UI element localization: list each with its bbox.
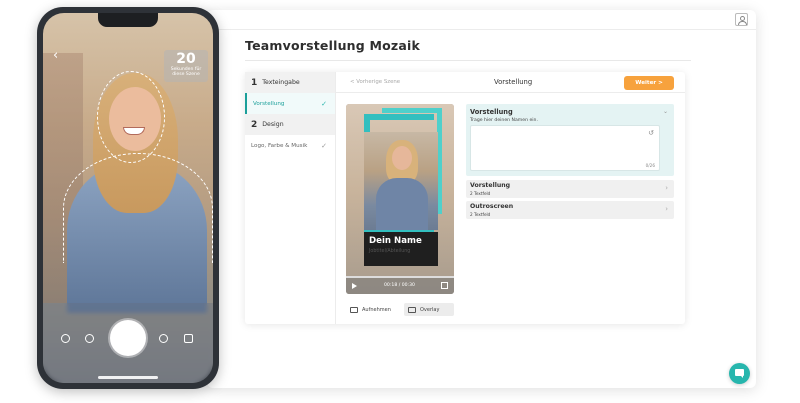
chevron-down-icon[interactable]: ⌄ xyxy=(663,108,668,115)
camera-controls xyxy=(43,303,213,383)
video-preview[interactable]: Dein Name Jobtitel/Abteilung 00:18 / 00:… xyxy=(346,104,454,294)
accordion-title: Vorstellung xyxy=(470,108,513,116)
body-guide-outline xyxy=(63,153,213,263)
step-design[interactable]: 2 Design xyxy=(245,114,335,135)
accordion-instruction: Trage hier deinen Namen ein. xyxy=(470,118,538,123)
steps-sidebar: 1 Texteingabe Vorstellung ✓ 2 Design Log… xyxy=(245,72,336,324)
scene-duration-counter: 20 Sekunden für diese Szene xyxy=(164,50,208,82)
step-number: 1 xyxy=(251,77,258,88)
accordion-vorstellung-open[interactable]: Vorstellung ⌄ Trage hier deinen Namen ei… xyxy=(466,104,674,176)
record-button[interactable]: Aufnehmen xyxy=(346,304,398,316)
step-label: Texteingabe xyxy=(262,79,300,86)
overlay-icon xyxy=(408,306,416,313)
fullscreen-icon[interactable] xyxy=(441,282,448,289)
phone-notch xyxy=(98,13,158,27)
user-icon[interactable] xyxy=(735,13,748,26)
accordion-title: Outroscreen xyxy=(470,203,514,210)
sidebar-item-label: Logo, Farbe & Musik xyxy=(251,142,308,149)
accordion-title: Vorstellung xyxy=(470,182,511,189)
overlay-button[interactable]: Overlay xyxy=(404,303,454,316)
camera-icon xyxy=(350,307,358,313)
phone-screen: ‹ 20 Sekunden für diese Szene xyxy=(43,13,213,383)
timer-icon[interactable] xyxy=(159,334,168,343)
next-button[interactable]: Weiter > xyxy=(624,76,674,90)
accordion-subtitle: 2 Textfeld xyxy=(470,212,491,217)
sidebar-item-logo-farbe-musik[interactable]: Logo, Farbe & Musik ✓ xyxy=(245,135,335,156)
name-overlay: Dein Name Jobtitel/Abteilung xyxy=(364,232,438,266)
history-icon[interactable] xyxy=(85,334,94,343)
title-divider xyxy=(245,60,691,61)
step-texteingabe[interactable]: 1 Texteingabe xyxy=(245,72,335,93)
accordion-vorstellung[interactable]: Vorstellung 2 Textfeld › xyxy=(466,180,674,198)
counter-number: 20 xyxy=(176,51,196,67)
reset-icon[interactable]: ↺ xyxy=(648,129,654,137)
overlay-label: Overlay xyxy=(420,306,440,313)
shutter-button[interactable] xyxy=(110,320,146,356)
editor-card: 1 Texteingabe Vorstellung ✓ 2 Design Log… xyxy=(245,72,685,324)
switch-camera-icon[interactable] xyxy=(184,334,193,343)
back-chevron-icon[interactable]: ‹ xyxy=(53,48,58,63)
photo-face xyxy=(392,146,412,170)
app-window: Teamvorstellung Mozaik 1 Texteingabe Vor… xyxy=(207,10,756,388)
counter-label: Sekunden für diese Szene xyxy=(170,67,202,77)
name-textarea[interactable]: ↺ 0/26 xyxy=(470,125,660,171)
player-controls: 00:18 / 00:30 xyxy=(346,278,454,294)
check-icon: ✓ xyxy=(321,141,327,150)
overlay-name: Dein Name xyxy=(369,236,422,246)
photo-jacket xyxy=(376,178,428,230)
scene-toolbar: < Vorherige Szene Vorstellung Weiter > xyxy=(336,72,685,93)
chat-bubble-icon[interactable] xyxy=(729,363,750,384)
preview-photo xyxy=(364,132,438,230)
step-number: 2 xyxy=(251,119,258,130)
face-guide-outline xyxy=(97,71,165,163)
sidebar-item-label: Vorstellung xyxy=(253,100,285,107)
step-label: Design xyxy=(262,121,284,128)
sidebar-item-vorstellung[interactable]: Vorstellung ✓ xyxy=(245,93,335,114)
chevron-right-icon[interactable]: › xyxy=(665,205,668,213)
play-icon[interactable] xyxy=(352,283,357,289)
editor-main: < Vorherige Szene Vorstellung Weiter > D… xyxy=(336,72,685,324)
top-bar xyxy=(207,10,756,30)
chevron-right-icon[interactable]: › xyxy=(665,184,668,192)
time-display: 00:18 / 00:30 xyxy=(384,283,415,288)
check-icon: ✓ xyxy=(321,99,327,108)
overlay-subtitle: Jobtitel/Abteilung xyxy=(369,249,411,254)
char-counter: 0/26 xyxy=(645,163,655,168)
scene-title: Vorstellung xyxy=(494,78,533,86)
record-label: Aufnehmen xyxy=(362,307,391,313)
accordion-subtitle: 2 Textfeld xyxy=(470,191,491,196)
accordion-outroscreen[interactable]: Outroscreen 2 Textfeld › xyxy=(466,201,674,219)
page-title: Teamvorstellung Mozaik xyxy=(245,38,420,53)
home-indicator xyxy=(98,376,158,379)
flip-icon[interactable] xyxy=(61,334,70,343)
previous-scene-link[interactable]: < Vorherige Szene xyxy=(350,79,400,85)
phone-mockup: ‹ 20 Sekunden für diese Szene xyxy=(37,7,219,389)
